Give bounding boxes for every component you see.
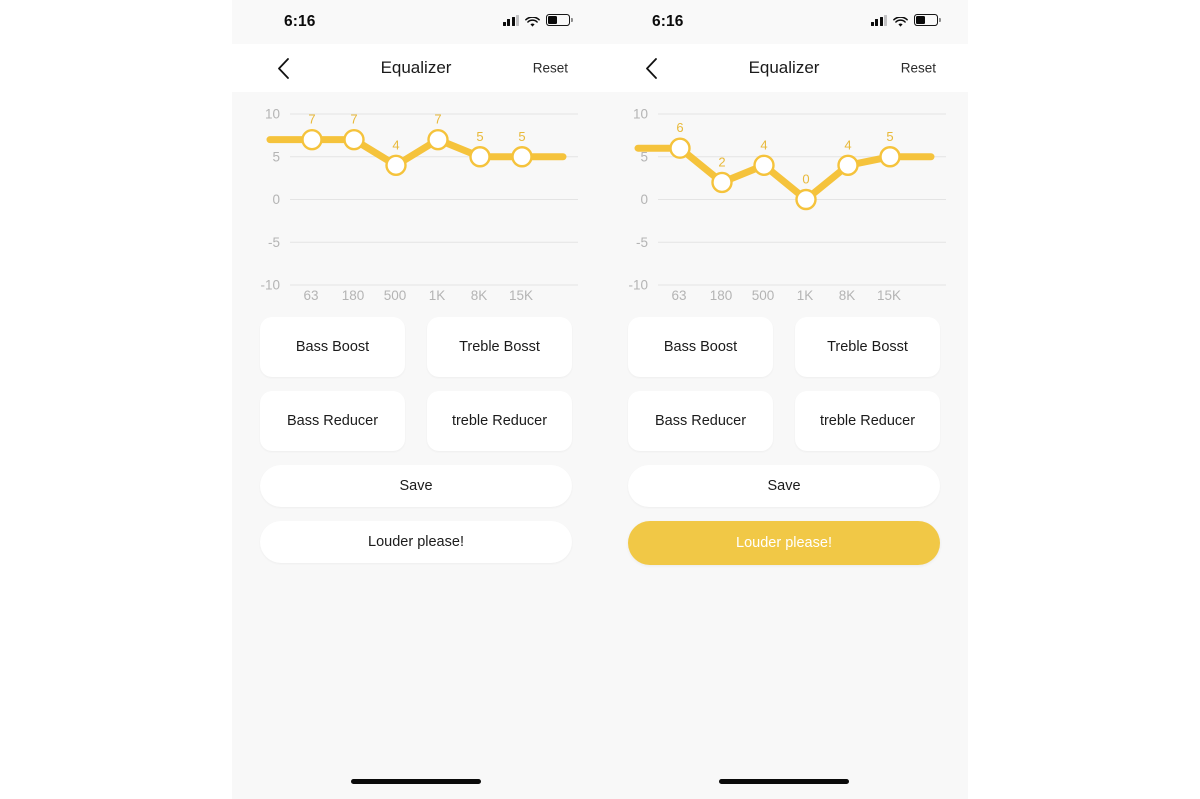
x-tick-label: 500 [751,288,775,303]
eq-band-handle [469,146,491,168]
panel-content: 10 5 0 -5 -10 7 7 4 7 5 5 63 180 500 1K 8K 15K Bas… [232,92,600,799]
save-button[interactable]: Save [260,465,572,507]
x-tick-label: 15K [876,288,902,303]
reset-button[interactable]: Reset [901,61,936,76]
eq-band-handle [795,188,817,211]
preset-bass-boost[interactable]: Bass Boost [628,317,773,377]
status-bar: 6:16 [232,0,600,44]
eq-band-handle [385,154,407,177]
eq-band-handle [879,146,901,168]
eq-band-value: 7 [308,112,315,127]
eq-band-handle [511,146,533,168]
eq-band-handle [343,128,365,151]
chevron-left-icon[interactable] [272,57,294,79]
preset-bass-boost[interactable]: Bass Boost [260,317,405,377]
screenshot-stage: 6:16 Equalizer Reset 10 5 0 -5 -10 7 7 4… [0,0,1200,799]
preset-row-1: Bass Boost Treble Bosst [628,317,940,377]
x-tick-label: 500 [383,288,407,303]
eq-band-value: 7 [434,112,441,127]
cellular-bars-icon [870,14,887,26]
x-tick-label: 8K [470,288,488,303]
page-title: Equalizer [380,58,452,77]
eq-band-value: 5 [518,129,525,144]
chart-x-axis: 63 180 500 1K 8K 15K [232,288,600,303]
y-tick-label: 10 [633,107,648,122]
reset-button[interactable]: Reset [533,61,568,76]
eq-band-value: 2 [718,154,725,169]
equalizer-chart[interactable]: 10 5 0 -5 -10 7 7 4 7 5 5 63 180 500 1K 8K 15K [232,92,600,317]
x-tick-label: 63 [671,288,687,303]
x-tick-label: 180 [709,288,733,303]
louder-please-button[interactable]: Louder please! [260,521,572,563]
x-tick-label: 63 [303,288,319,303]
preset-row-2: Bass Reducer treble Reducer [628,391,940,451]
eq-band-handle [753,154,775,177]
chart-x-axis: 63 180 500 1K 8K 15K [600,288,968,303]
status-icons [502,14,573,27]
x-tick-label: 8K [838,288,856,303]
home-indicator [351,779,481,784]
nav-bar: Equalizer Reset [232,44,600,92]
status-time: 6:16 [652,13,684,30]
eq-band-handle [711,171,733,194]
status-icons [870,14,941,27]
eq-band-value: 4 [844,137,851,152]
eq-band-value: 5 [476,129,483,144]
preset-row-1: Bass Boost Treble Bosst [260,317,572,377]
eq-band-value: 4 [392,137,399,152]
eq-band-value: 4 [760,137,767,152]
eq-band-handle [669,137,691,159]
status-time: 6:16 [284,13,316,30]
nav-bar: Equalizer Reset [600,44,968,92]
preset-bass-reducer[interactable]: Bass Reducer [628,391,773,451]
page-title: Equalizer [748,58,820,77]
eq-band-handle [837,154,859,177]
y-tick-label: -5 [636,235,648,250]
phone-panel-right: 6:16 Equalizer Reset 10 5 0 -5 -10 6 2 4… [600,0,968,799]
save-button[interactable]: Save [628,465,940,507]
x-tick-label: 1K [796,288,814,303]
x-tick-label: 15K [508,288,534,303]
wifi-icon [893,15,908,27]
battery-icon [546,14,573,26]
eq-band-value: 0 [802,172,809,187]
y-tick-label: -5 [268,235,280,250]
y-tick-label: 0 [640,192,648,207]
louder-please-button[interactable]: Louder please! [628,521,940,565]
equalizer-chart[interactable]: 10 5 0 -5 -10 6 2 4 0 4 5 63 180 500 1K 8K 15K [600,92,968,317]
preset-buttons: Bass Boost Treble Bosst Bass Reducer tre… [600,317,968,565]
home-indicator [719,779,849,784]
eq-band-value: 5 [886,129,893,144]
status-bar: 6:16 [600,0,968,44]
preset-bass-reducer[interactable]: Bass Reducer [260,391,405,451]
y-tick-label: 5 [272,149,280,164]
x-tick-label: 1K [428,288,446,303]
preset-treble-reducer[interactable]: treble Reducer [795,391,940,451]
y-tick-label: 0 [272,192,280,207]
y-tick-label: 10 [265,107,280,122]
preset-treble-reducer[interactable]: treble Reducer [427,391,572,451]
wifi-icon [525,15,540,27]
preset-buttons: Bass Boost Treble Bosst Bass Reducer tre… [232,317,600,563]
panel-content: 10 5 0 -5 -10 6 2 4 0 4 5 63 180 500 1K 8K 15K Bas… [600,92,968,799]
battery-icon [914,14,941,26]
chevron-left-icon[interactable] [640,57,662,79]
eq-band-handle [427,128,449,151]
cellular-bars-icon [502,14,519,26]
phone-panel-left: 6:16 Equalizer Reset 10 5 0 -5 -10 7 7 4… [232,0,600,799]
eq-band-value: 6 [676,120,683,135]
preset-row-2: Bass Reducer treble Reducer [260,391,572,451]
eq-band-handle [301,128,323,151]
preset-treble-boost[interactable]: Treble Bosst [795,317,940,377]
preset-treble-boost[interactable]: Treble Bosst [427,317,572,377]
eq-band-value: 7 [350,112,357,127]
x-tick-label: 180 [341,288,365,303]
